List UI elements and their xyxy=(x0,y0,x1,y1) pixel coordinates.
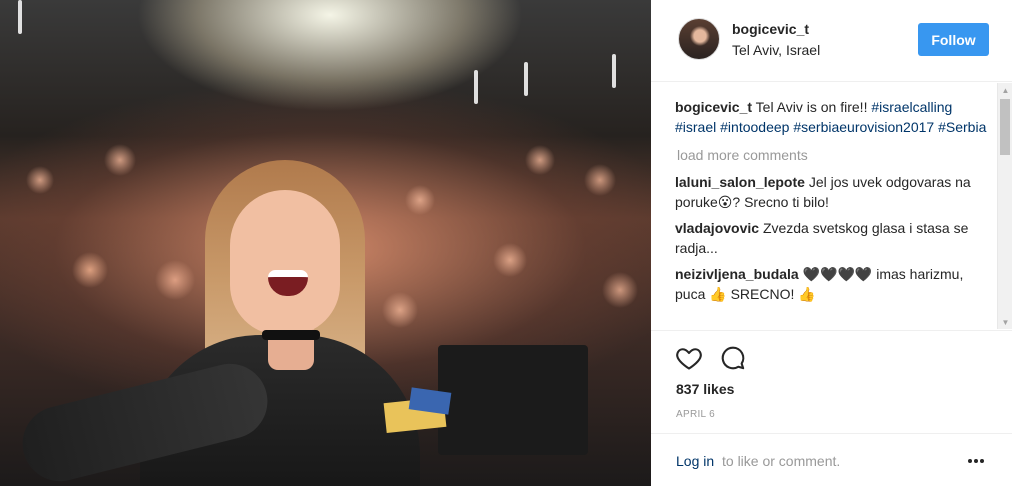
instagram-post: bogicevic_t Tel Aviv, Israel Follow bogi… xyxy=(0,0,1012,486)
comment-item: neizivljena_budala 🖤🖤🖤🖤 imas harizmu, pu… xyxy=(675,264,991,304)
stage-light xyxy=(18,0,22,34)
post-header: bogicevic_t Tel Aviv, Israel Follow xyxy=(651,0,1012,82)
header-username[interactable]: bogicevic_t xyxy=(732,21,809,37)
comments-area: bogicevic_t Tel Aviv is on fire!! #israe… xyxy=(651,83,1012,329)
scroll-up-arrow-icon[interactable]: ▲ xyxy=(998,83,1012,97)
post-date: APRIL 6 xyxy=(676,409,715,420)
singer-choker xyxy=(262,330,320,340)
likes-count[interactable]: 837 likes xyxy=(676,381,734,397)
caption-username[interactable]: bogicevic_t xyxy=(675,99,752,115)
post-photo[interactable] xyxy=(0,0,651,486)
post-actions: 837 likes APRIL 6 xyxy=(651,330,1012,430)
heart-icon[interactable] xyxy=(675,344,703,372)
more-options-icon[interactable] xyxy=(967,454,985,468)
comment-username[interactable]: neizivljena_budala xyxy=(675,266,799,282)
login-link[interactable]: Log in xyxy=(676,453,714,469)
post-details-panel: bogicevic_t Tel Aviv, Israel Follow bogi… xyxy=(651,0,1012,486)
singer-face xyxy=(230,190,340,335)
stage-light xyxy=(524,62,528,96)
login-prompt-text: to like or comment. xyxy=(722,453,841,469)
comment-username[interactable]: laluni_salon_lepote xyxy=(675,174,805,190)
scrollbar-thumb[interactable] xyxy=(1000,99,1010,155)
scroll-down-arrow-icon[interactable]: ▼ xyxy=(998,315,1012,329)
stage-speaker xyxy=(438,345,588,455)
comment-icon[interactable] xyxy=(719,344,747,372)
stage-light xyxy=(612,54,616,88)
hashtag-link[interactable]: #israelcalling xyxy=(871,99,952,115)
hashtag-link[interactable]: #serbiaeurovision2017 xyxy=(793,119,934,135)
caption-text: Tel Aviv is on fire!! xyxy=(755,99,868,115)
hashtag-link[interactable]: #intoodeep xyxy=(720,119,789,135)
header-location[interactable]: Tel Aviv, Israel xyxy=(732,42,820,58)
comments-scrollbar[interactable]: ▲ ▼ xyxy=(997,83,1012,329)
hashtag-link[interactable]: #Serbia xyxy=(938,119,986,135)
stage-light xyxy=(474,70,478,104)
comment-username[interactable]: vladajovovic xyxy=(675,220,759,236)
avatar[interactable] xyxy=(678,18,720,60)
post-footer: Log in to like or comment. xyxy=(651,433,1012,486)
hashtag-link[interactable]: #israel xyxy=(675,119,716,135)
load-more-comments-link[interactable]: load more comments xyxy=(677,145,991,165)
follow-button[interactable]: Follow xyxy=(918,23,989,56)
comment-item: vladajovovic Zvezda svetskog glasa i sta… xyxy=(675,218,991,258)
caption: bogicevic_t Tel Aviv is on fire!! #israe… xyxy=(675,97,991,137)
comments-list: bogicevic_t Tel Aviv is on fire!! #israe… xyxy=(675,97,991,310)
comment-item: laluni_salon_lepote Jel jos uvek odgovar… xyxy=(675,172,991,212)
